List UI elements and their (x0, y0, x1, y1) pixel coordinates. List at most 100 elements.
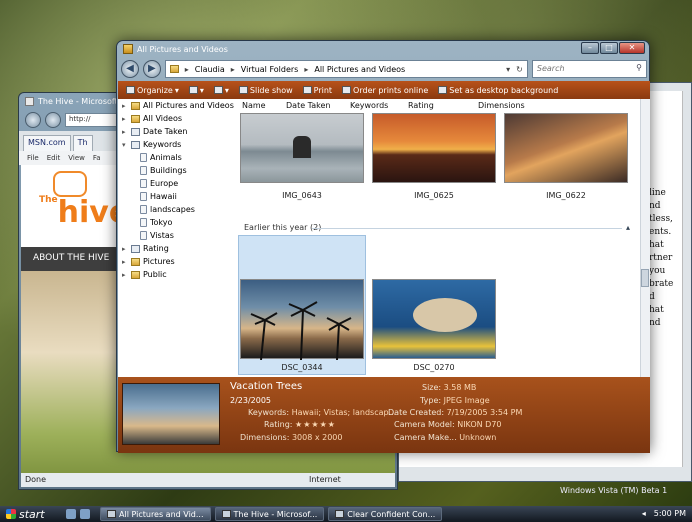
expand-icon[interactable]: ▸ (122, 102, 128, 110)
date-created-value: 7/19/2005 3:54 PM (446, 408, 523, 417)
taskbar-item-explorer[interactable]: All Pictures and Vid... (100, 507, 211, 521)
tree-item-hawaii[interactable]: Hawaii (140, 192, 177, 201)
expand-icon[interactable]: ▸ (122, 258, 128, 266)
tree-item-vistas[interactable]: Vistas (140, 231, 174, 240)
camera-model-label: Camera Model: (394, 420, 455, 429)
tree-item-rating[interactable]: ▸ Rating (122, 244, 169, 253)
tag-icon (140, 231, 147, 240)
details-keywords[interactable]: Keywords: Hawaii; Vistas; landscap... (248, 408, 396, 417)
explorer-window[interactable]: All Pictures and Videos – □ ✕ ◀ ▶ ▸ Clau… (116, 40, 650, 453)
slideshow-button[interactable]: Slide show (238, 86, 293, 95)
file-name-img-0625[interactable]: IMG_0625 (372, 191, 496, 200)
windows-flag-icon (6, 509, 16, 519)
scrollbar-thumb[interactable] (641, 269, 649, 287)
vertical-scrollbar[interactable] (640, 99, 650, 377)
refresh-icon[interactable]: ↻ (516, 65, 523, 74)
start-button[interactable]: start (0, 506, 62, 522)
dropdown-arrow-icon[interactable]: ▾ (506, 65, 510, 74)
tree-item-all-pictures[interactable]: ▸ All Pictures and Videos (122, 101, 234, 110)
menu-view[interactable]: View (68, 154, 85, 162)
menu-file[interactable]: File (27, 154, 39, 162)
search-icon[interactable]: ⚲ (636, 63, 642, 72)
file-name-dsc-0344[interactable]: DSC_0344 (240, 363, 364, 372)
expand-icon[interactable]: ▸ (122, 115, 128, 123)
rating-stars-icon[interactable]: ★★★★★ (295, 420, 336, 429)
forward-button[interactable]: ▶ (142, 60, 161, 78)
file-thumbnail-img-0622[interactable] (504, 113, 628, 183)
organize-button[interactable]: Organize ▾ (126, 86, 179, 95)
tree-item-keywords[interactable]: ▾ Keywords (122, 140, 181, 149)
file-thumbnail-dsc-0270[interactable] (372, 279, 496, 359)
column-name[interactable]: Name (242, 101, 286, 110)
details-rating[interactable]: Rating: ★★★★★ (264, 420, 336, 429)
ie-tab-msn[interactable]: MSN.com (23, 135, 71, 151)
taskbar-item-document[interactable]: Clear Confident Con... (328, 507, 443, 521)
breadcrumb-all-pictures[interactable]: All Pictures and Videos (314, 65, 405, 74)
taskbar-item-ie[interactable]: The Hive - Microsof... (214, 507, 325, 521)
tree-item-pictures[interactable]: ▸ Pictures (122, 257, 175, 266)
details-date-created: Date Created: 7/19/2005 3:54 PM (388, 408, 522, 417)
ie-status-text: Done (25, 475, 47, 484)
tree-item-label: Vistas (150, 231, 174, 240)
chevron-right-icon: ▸ (230, 64, 235, 74)
collapse-icon[interactable]: ▾ (122, 141, 128, 149)
details-dimensions: Dimensions: 3008 x 2000 (240, 433, 342, 442)
back-icon[interactable] (25, 112, 41, 128)
tree-item-date-taken[interactable]: ▸ Date Taken (122, 127, 187, 136)
file-thumbnail-img-0625[interactable] (372, 113, 496, 183)
details-type: Type: JPEG Image (420, 396, 490, 405)
views-button[interactable]: ▾ (188, 86, 204, 95)
collapse-group-icon[interactable]: ▴ (626, 223, 630, 232)
file-name-dsc-0270[interactable]: DSC_0270 (372, 363, 496, 372)
tree-item-landscapes[interactable]: landscapes (140, 205, 195, 214)
tree-item-all-videos[interactable]: ▸ All Videos (122, 114, 182, 123)
tree-item-animals[interactable]: Animals (140, 153, 182, 162)
file-thumbnail-img-0643[interactable] (240, 113, 364, 183)
file-thumbnail-dsc-0344[interactable] (240, 279, 364, 360)
tag-icon (140, 153, 147, 162)
forward-icon[interactable] (45, 112, 61, 128)
ie-tab-hive[interactable]: Th (72, 135, 93, 151)
search-input[interactable]: Search ⚲ (531, 60, 648, 78)
column-keywords[interactable]: Keywords (350, 101, 408, 110)
back-button[interactable]: ◀ (121, 60, 139, 78)
tree-item-europe[interactable]: Europe (140, 179, 178, 188)
expand-icon[interactable]: ▸ (122, 245, 128, 253)
set-desktop-background-button[interactable]: Set as desktop background (438, 86, 558, 95)
expand-icon[interactable]: ▸ (122, 128, 128, 136)
maximize-button[interactable]: □ (600, 42, 618, 54)
size-label: Size: (422, 383, 442, 392)
show-desktop-icon[interactable] (66, 509, 76, 519)
expand-icon[interactable]: ▸ (122, 271, 128, 279)
details-thumbnail (122, 383, 220, 445)
menu-favorites[interactable]: Fa (93, 154, 101, 162)
details-title[interactable]: Vacation Trees (230, 381, 302, 392)
print-button[interactable]: Print (302, 86, 332, 95)
column-dimensions[interactable]: Dimensions (478, 101, 548, 110)
ie-title-text: The Hive - Microsoft... (38, 96, 126, 106)
document-line: brate (649, 279, 674, 289)
file-name-img-0643[interactable]: IMG_0643 (240, 191, 364, 200)
ie-quicklaunch-icon[interactable] (80, 509, 90, 519)
breadcrumb-virtual-folders[interactable]: Virtual Folders (241, 65, 299, 74)
explorer-titlebar[interactable]: All Pictures and Videos (117, 41, 649, 57)
menu-edit[interactable]: Edit (47, 154, 61, 162)
volume-icon[interactable]: ◂ (642, 509, 646, 518)
tree-item-tokyo[interactable]: Tokyo (140, 218, 172, 227)
tree-item-public[interactable]: ▸ Public (122, 270, 167, 279)
breadcrumb[interactable]: ▸ Claudia ▸ Virtual Folders ▸ All Pictur… (164, 60, 528, 78)
taskbar-item-label: The Hive - Microsof... (233, 509, 318, 519)
minimize-button[interactable]: – (581, 42, 599, 54)
tree-item-buildings[interactable]: Buildings (140, 166, 187, 175)
clock[interactable]: 5:00 PM (654, 509, 686, 518)
column-rating[interactable]: Rating (408, 101, 478, 110)
breadcrumb-claudia[interactable]: Claudia (195, 65, 225, 74)
close-button[interactable]: ✕ (619, 42, 645, 54)
chevron-right-icon: ▸ (184, 64, 189, 74)
order-prints-button[interactable]: Order prints online (342, 86, 428, 95)
group-header-earlier-this-year[interactable]: Earlier this year (2) (244, 223, 321, 232)
column-date-taken[interactable]: Date Taken (286, 101, 350, 110)
layout-button[interactable]: ▾ (213, 86, 229, 95)
document-icon (335, 510, 345, 518)
file-name-img-0622[interactable]: IMG_0622 (504, 191, 628, 200)
